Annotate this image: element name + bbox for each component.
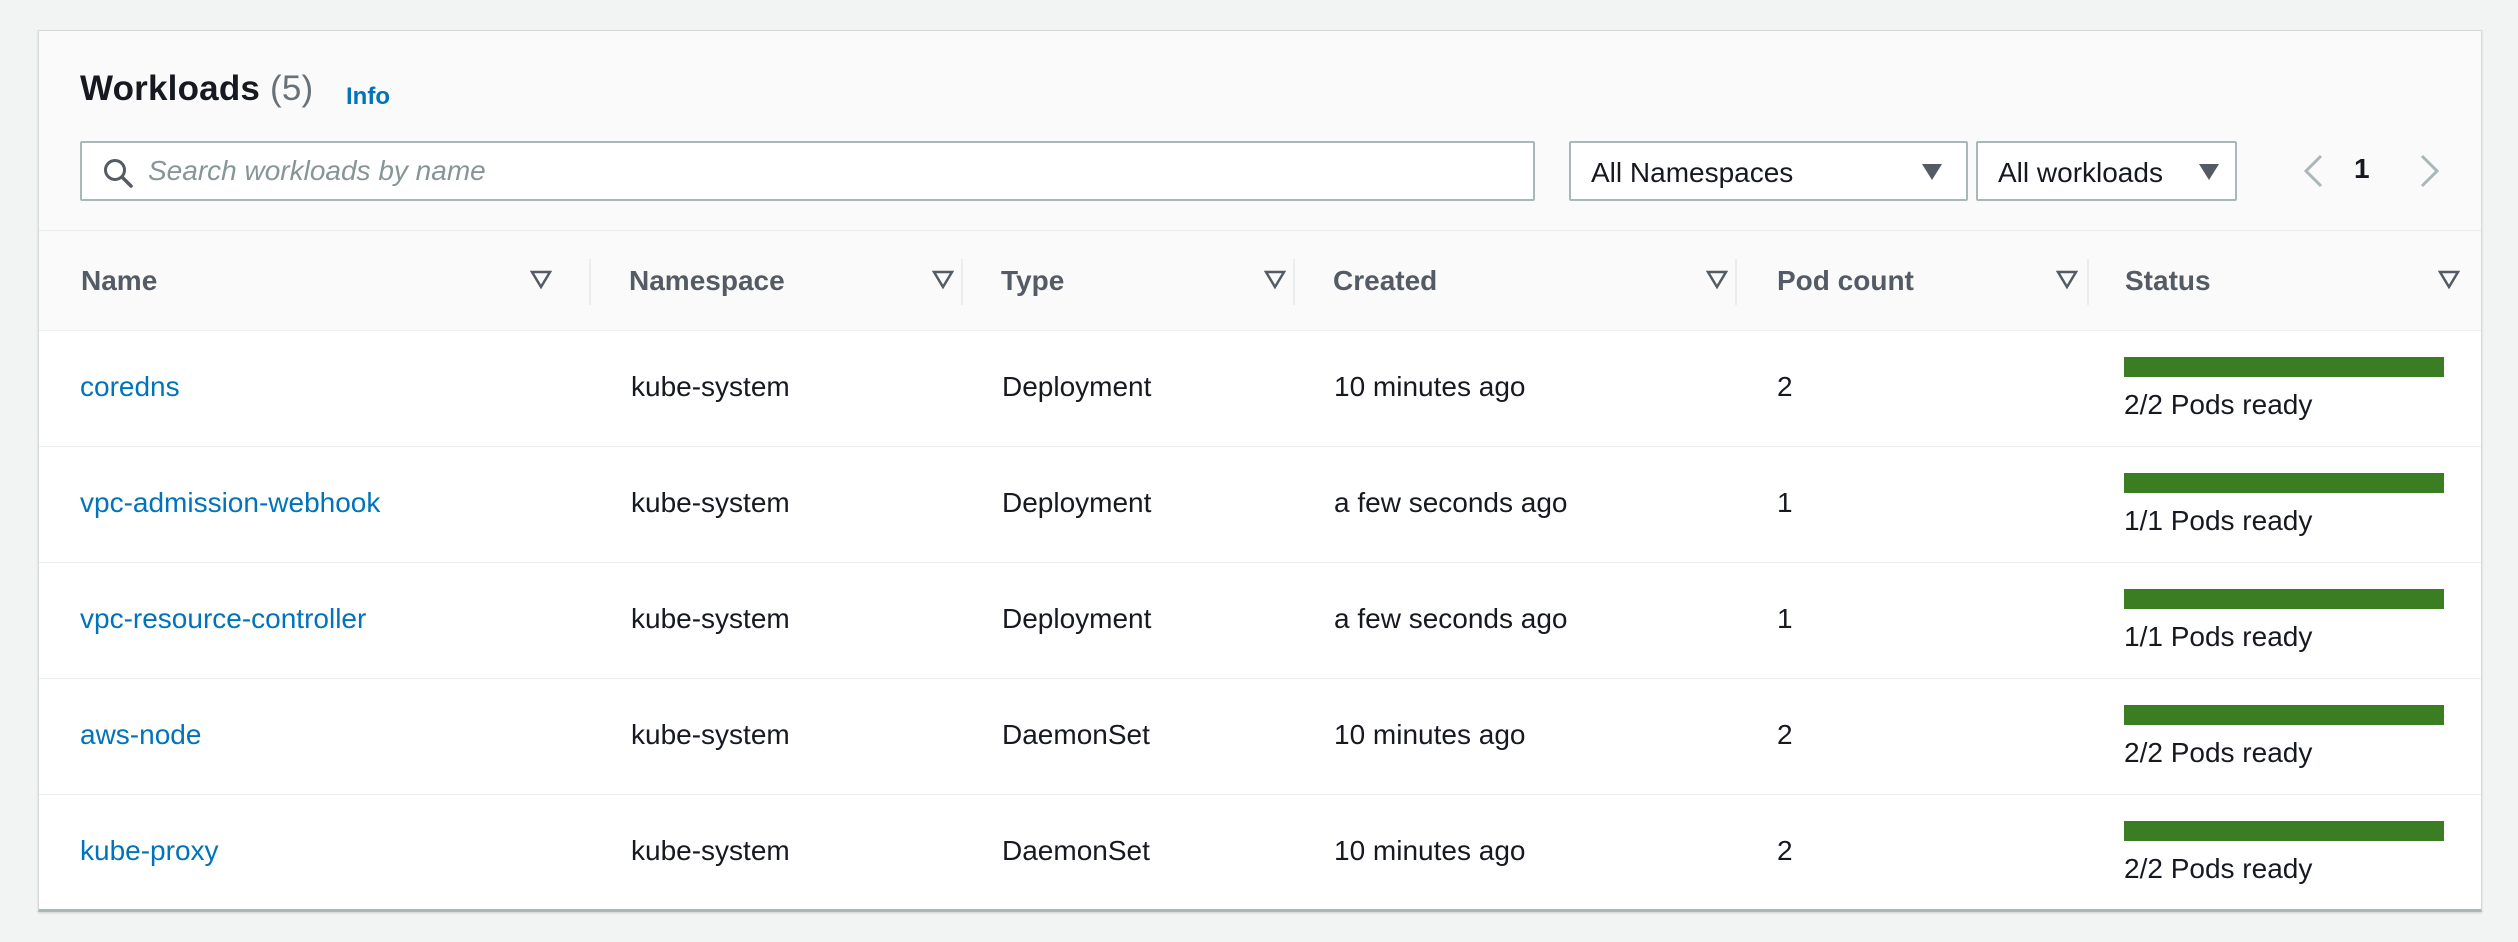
- workload-name-link[interactable]: aws-node: [80, 719, 201, 751]
- column-header-name[interactable]: Name: [39, 231, 589, 331]
- table-row: vpc-resource-controller kube-system Depl…: [39, 563, 2481, 679]
- status-text: 2/2 Pods ready: [2124, 853, 2313, 884]
- namespace-cell: kube-system: [631, 719, 790, 750]
- column-header-status[interactable]: Status: [2089, 231, 2481, 331]
- sort-icon[interactable]: [529, 269, 553, 291]
- progress-fill: [2124, 589, 2444, 609]
- workload-type-select[interactable]: All workloads: [1976, 141, 2237, 201]
- panel-header: Workloads (5) Info All Namespaces All wo…: [39, 31, 2481, 231]
- workloads-panel: Workloads (5) Info All Namespaces All wo…: [38, 30, 2482, 912]
- column-header-label: Type: [1001, 265, 1065, 296]
- pod-count-cell: 2: [1777, 719, 1793, 750]
- column-header-type[interactable]: Type: [963, 231, 1293, 331]
- pod-count-cell: 1: [1777, 487, 1793, 518]
- current-page[interactable]: 1: [2354, 153, 2370, 185]
- status-progress-bar: [2124, 589, 2444, 609]
- search-box[interactable]: [80, 141, 1535, 201]
- sort-icon[interactable]: [1263, 269, 1287, 291]
- namespace-cell: kube-system: [631, 487, 790, 518]
- table-row: aws-node kube-system DaemonSet 10 minute…: [39, 679, 2481, 795]
- table-row: coredns kube-system Deployment 10 minute…: [39, 331, 2481, 447]
- type-cell: Deployment: [1002, 487, 1152, 518]
- created-cell: a few seconds ago: [1334, 487, 1568, 518]
- status-text: 2/2 Pods ready: [2124, 389, 2313, 420]
- status-text: 1/1 Pods ready: [2124, 505, 2313, 536]
- status-text: 2/2 Pods ready: [2124, 737, 2313, 768]
- caret-down-icon: [2199, 164, 2219, 180]
- column-header-label: Created: [1333, 265, 1438, 296]
- created-cell: 10 minutes ago: [1334, 835, 1526, 866]
- namespace-cell: kube-system: [631, 835, 790, 866]
- progress-fill: [2124, 821, 2444, 841]
- created-cell: a few seconds ago: [1334, 603, 1568, 634]
- namespace-select[interactable]: All Namespaces: [1569, 141, 1968, 201]
- chevron-right-icon[interactable]: [2418, 153, 2442, 189]
- column-header-label: Namespace: [629, 265, 785, 296]
- search-input[interactable]: [148, 149, 1518, 193]
- status-progress-bar: [2124, 705, 2444, 725]
- type-cell: Deployment: [1002, 603, 1152, 634]
- status-progress-bar: [2124, 821, 2444, 841]
- table-body: coredns kube-system Deployment 10 minute…: [39, 331, 2481, 911]
- table-row: kube-proxy kube-system DaemonSet 10 minu…: [39, 795, 2481, 911]
- status-progress-bar: [2124, 357, 2444, 377]
- type-cell: DaemonSet: [1002, 719, 1150, 750]
- pod-count-cell: 2: [1777, 371, 1793, 402]
- column-header-label: Name: [81, 265, 158, 296]
- sort-icon[interactable]: [1705, 269, 1729, 291]
- caret-down-icon: [1922, 164, 1942, 180]
- progress-fill: [2124, 473, 2444, 493]
- progress-fill: [2124, 357, 2444, 377]
- namespace-select-value: All Namespaces: [1591, 157, 1794, 188]
- column-header-label: Status: [2125, 265, 2211, 296]
- workload-name-link[interactable]: coredns: [80, 371, 180, 403]
- title-text: Workloads: [80, 69, 261, 108]
- namespace-cell: kube-system: [631, 603, 790, 634]
- search-icon: [104, 159, 133, 188]
- type-cell: DaemonSet: [1002, 835, 1150, 866]
- namespace-cell: kube-system: [631, 371, 790, 402]
- status-text: 1/1 Pods ready: [2124, 621, 2313, 652]
- sort-icon[interactable]: [2437, 269, 2461, 291]
- column-header-pod-count[interactable]: Pod count: [1737, 231, 2087, 331]
- pod-count-cell: 2: [1777, 835, 1793, 866]
- created-cell: 10 minutes ago: [1334, 719, 1526, 750]
- sort-icon[interactable]: [931, 269, 955, 291]
- sort-icon[interactable]: [2055, 269, 2079, 291]
- table-header: Name Namespace Type Created Pod count St…: [39, 231, 2481, 331]
- table-row: vpc-admission-webhook kube-system Deploy…: [39, 447, 2481, 563]
- workload-type-select-value: All workloads: [1998, 157, 2163, 188]
- info-link[interactable]: Info: [346, 83, 390, 111]
- created-cell: 10 minutes ago: [1334, 371, 1526, 402]
- pod-count-cell: 1: [1777, 603, 1793, 634]
- status-progress-bar: [2124, 473, 2444, 493]
- chevron-left-icon[interactable]: [2301, 153, 2325, 189]
- column-header-label: Pod count: [1777, 265, 1914, 296]
- type-cell: Deployment: [1002, 371, 1152, 402]
- workload-name-link[interactable]: kube-proxy: [80, 835, 219, 867]
- column-header-created[interactable]: Created: [1295, 231, 1735, 331]
- progress-fill: [2124, 705, 2444, 725]
- page-title: Workloads (5): [80, 69, 313, 109]
- workload-count: (5): [270, 69, 314, 108]
- column-header-namespace[interactable]: Namespace: [591, 231, 961, 331]
- workload-name-link[interactable]: vpc-admission-webhook: [80, 487, 380, 519]
- workload-name-link[interactable]: vpc-resource-controller: [80, 603, 366, 635]
